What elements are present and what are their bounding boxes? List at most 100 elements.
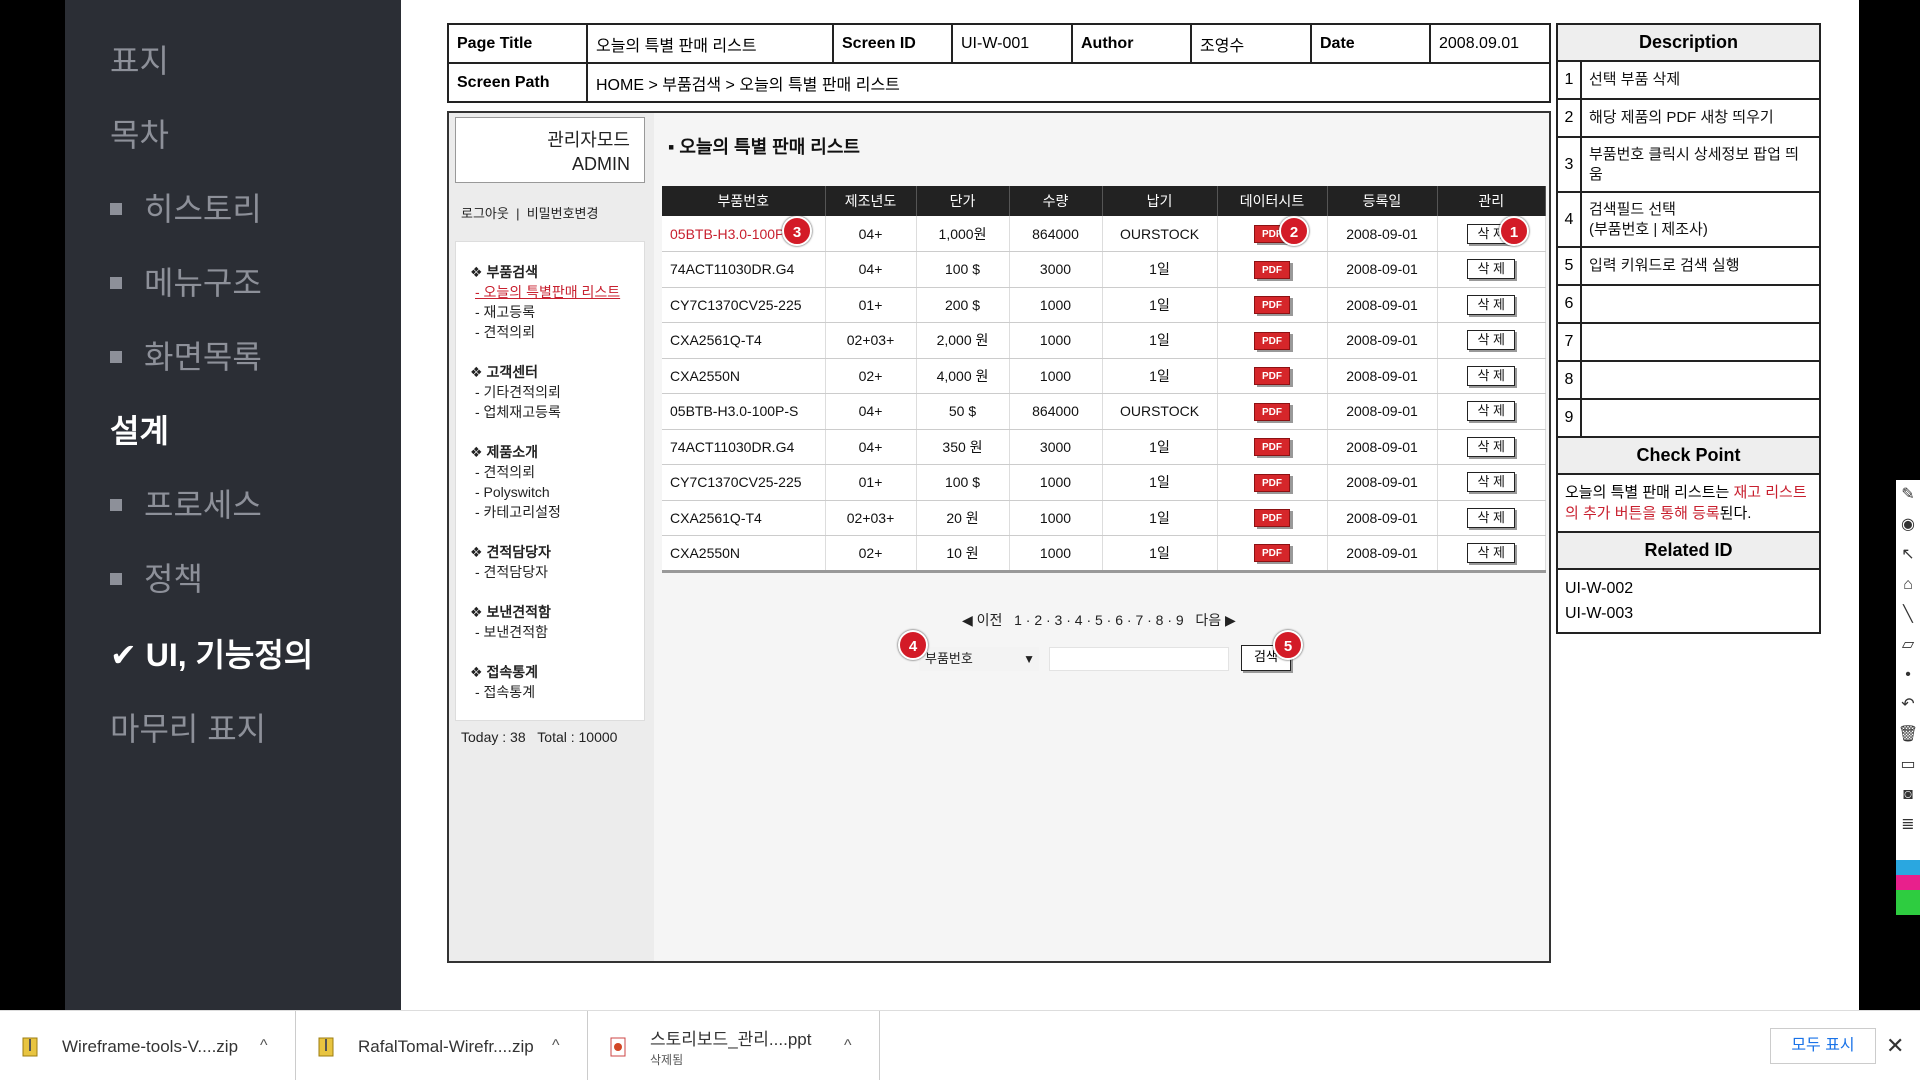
delete-button[interactable]: 삭 제: [1467, 472, 1516, 493]
menu-item-access-stats[interactable]: - 접속통계: [470, 682, 538, 702]
part-number-cell[interactable]: CXA2550N: [662, 535, 826, 573]
manage-cell: 삭 제: [1437, 464, 1546, 501]
delete-button[interactable]: 삭 제: [1467, 259, 1516, 280]
prev-page-link[interactable]: ◀ 이전: [962, 612, 1002, 628]
part-number-cell[interactable]: 05BTB-H3.0-100P-S: [662, 393, 826, 430]
pen-icon[interactable]: ✎: [1896, 480, 1920, 510]
screen-icon[interactable]: ▭: [1896, 750, 1920, 780]
logout-link[interactable]: 로그아웃: [461, 206, 509, 221]
description-title: Description: [1556, 23, 1821, 62]
trash-icon[interactable]: 🗑: [1896, 720, 1920, 750]
column-header[interactable]: 데이터시트: [1217, 186, 1328, 216]
nav-item-process[interactable]: 프로세스: [110, 480, 262, 526]
datasheet-cell: PDF: [1217, 358, 1328, 394]
price-cell: 350 원: [916, 429, 1010, 465]
nav-item-design[interactable]: 설계: [110, 406, 169, 452]
color-swatch-green[interactable]: [1896, 890, 1920, 915]
delete-button[interactable]: 삭 제: [1467, 365, 1516, 386]
menu-item-polyswitch[interactable]: - Polyswitch: [470, 482, 561, 502]
change-password-link[interactable]: 비밀번호변경: [527, 206, 599, 221]
pdf-icon[interactable]: PDF: [1254, 509, 1290, 528]
color-swatch-pink[interactable]: [1896, 875, 1920, 890]
search-keyword-input[interactable]: [1049, 647, 1229, 671]
chevron-up-icon[interactable]: ^: [260, 1037, 268, 1055]
nav-item-menu-structure[interactable]: 메뉴구조: [110, 258, 262, 304]
nav-item-ui-definition[interactable]: ✔ UI, 기능정의: [110, 630, 313, 676]
column-header[interactable]: 제조년도: [825, 186, 917, 216]
annotation-badge-5: 5: [1273, 630, 1303, 660]
tag-icon[interactable]: ⌂: [1896, 570, 1920, 600]
menu-item-category-settings[interactable]: - 카테고리설정: [470, 502, 561, 522]
show-all-downloads-button[interactable]: 모두 표시: [1770, 1028, 1876, 1064]
page-numbers[interactable]: 1 · 2 · 3 · 4 · 5 · 6 · 7 · 8 · 9: [1014, 612, 1184, 628]
pdf-icon[interactable]: PDF: [1254, 544, 1290, 563]
menu-item-sent-quotes[interactable]: - 보낸견적함: [470, 622, 551, 642]
pdf-icon[interactable]: PDF: [1254, 402, 1290, 421]
delete-button[interactable]: 삭 제: [1467, 507, 1516, 528]
document-icon[interactable]: ≣: [1896, 810, 1920, 840]
pdf-icon[interactable]: PDF: [1254, 296, 1290, 315]
chevron-up-icon[interactable]: ^: [844, 1037, 852, 1055]
menu-item-special-sale[interactable]: - 오늘의 특별판매 리스트: [470, 282, 620, 302]
delete-button[interactable]: 삭 제: [1467, 294, 1516, 315]
column-header[interactable]: 관리: [1437, 186, 1546, 216]
nav-item-history[interactable]: 히스토리: [110, 184, 262, 230]
delete-button[interactable]: 삭 제: [1467, 401, 1516, 422]
color-swatch-blue[interactable]: [1896, 860, 1920, 875]
quantity-cell: 1000: [1009, 322, 1103, 359]
eraser-icon[interactable]: ▱: [1896, 630, 1920, 660]
price-cell: 100 $: [916, 464, 1010, 501]
date-cell: 2008-09-01: [1327, 535, 1438, 573]
part-number-cell[interactable]: CXA2550N: [662, 358, 826, 394]
column-header[interactable]: 부품번호: [662, 186, 826, 216]
menu-item-quote-request-2[interactable]: - 견적의뢰: [470, 462, 561, 482]
pdf-icon[interactable]: PDF: [1254, 438, 1290, 457]
nav-item-policy[interactable]: 정책: [110, 554, 203, 600]
nav-item-screen-list[interactable]: 화면목록: [110, 332, 262, 378]
delete-button[interactable]: 삭 제: [1467, 330, 1516, 351]
delete-button[interactable]: 삭 제: [1467, 436, 1516, 457]
menu-group-title: ❖ 부품검색: [470, 264, 538, 280]
undo-icon[interactable]: ↶: [1896, 690, 1920, 720]
part-number-cell[interactable]: 74ACT11030DR.G4: [662, 429, 826, 465]
close-icon[interactable]: ✕: [1886, 1033, 1904, 1059]
description-panel: Description 1 선택 부품 삭제 2 해당 제품의 PDF 새창 띄우기…: [1556, 23, 1821, 634]
menu-item-quote-request[interactable]: - 견적의뢰: [470, 322, 620, 342]
camera-icon[interactable]: ◙: [1896, 780, 1920, 810]
part-number-cell[interactable]: CY7C1370CV25-225: [662, 464, 826, 501]
download-item[interactable]: 스토리보드_관리....ppt 삭제됨 ^: [588, 1011, 880, 1080]
menu-item-stock-register[interactable]: - 재고등록: [470, 302, 620, 322]
download-item[interactable]: Wireframe-tools-V....zip ^: [0, 1011, 296, 1080]
menu-item-quote-manager[interactable]: - 견적담당자: [470, 562, 551, 582]
column-header[interactable]: 납기: [1102, 186, 1218, 216]
column-header[interactable]: 수량: [1009, 186, 1103, 216]
part-number-cell[interactable]: CXA2561Q-T4: [662, 322, 826, 359]
chevron-up-icon[interactable]: ^: [552, 1037, 560, 1055]
part-number-cell[interactable]: CXA2561Q-T4: [662, 500, 826, 536]
pdf-icon[interactable]: PDF: [1254, 260, 1290, 279]
pdf-icon[interactable]: PDF: [1254, 331, 1290, 350]
next-page-link[interactable]: 다음 ▶: [1195, 612, 1235, 628]
column-header[interactable]: 등록일: [1327, 186, 1438, 216]
desc-number: 2: [1556, 98, 1582, 138]
menu-item-vendor-stock[interactable]: - 업체재고등록: [470, 402, 561, 422]
quantity-cell: 1000: [1009, 535, 1103, 573]
menu-item-other-quote[interactable]: - 기타견적의뢰: [470, 382, 561, 402]
visitor-stats: Today : 38 Total : 10000: [461, 729, 617, 745]
pdf-icon[interactable]: PDF: [1254, 367, 1290, 386]
cursor-icon[interactable]: ↖: [1896, 540, 1920, 570]
search-field-select[interactable]: 부품번호 ▼: [919, 647, 1039, 671]
eye-icon[interactable]: ◉: [1896, 510, 1920, 540]
part-number-cell[interactable]: 74ACT11030DR.G4: [662, 251, 826, 288]
dot-icon[interactable]: •: [1896, 660, 1920, 690]
delete-button[interactable]: 삭 제: [1467, 542, 1516, 563]
nav-item-toc[interactable]: 목차: [110, 110, 169, 156]
nav-item-cover[interactable]: 표지: [110, 36, 169, 82]
part-number-cell[interactable]: CY7C1370CV25-225: [662, 287, 826, 323]
column-header[interactable]: 단가: [916, 186, 1010, 216]
nav-item-closing-cover[interactable]: 마무리 표지: [110, 704, 266, 750]
line-icon[interactable]: ╲: [1896, 600, 1920, 630]
download-item[interactable]: RafalTomal-Wirefr....zip ^: [296, 1011, 588, 1080]
screen-path-value: HOME > 부품검색 > 오늘의 특별 판매 리스트: [586, 62, 1551, 103]
pdf-icon[interactable]: PDF: [1254, 473, 1290, 492]
